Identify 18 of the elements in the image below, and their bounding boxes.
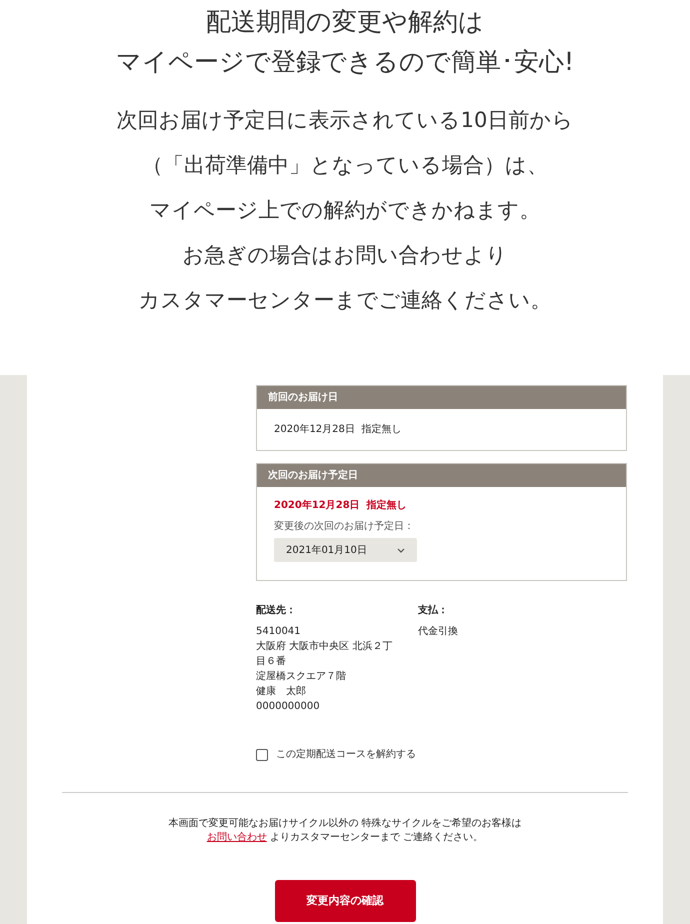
cancel-checkbox[interactable]	[256, 748, 268, 760]
card-header: 次回のお届け予定日	[257, 464, 626, 487]
cancel-checkbox-label: この定期配送コースを解約する	[276, 748, 416, 762]
change-date-label: 変更後の次回のお届け予定日：	[274, 520, 415, 534]
next-delivery-date: 2020年12月28日 指定無し	[274, 498, 408, 513]
headline: 配送期間の変更や解約は マイページで登録できるので簡単･安心!	[116, 6, 574, 78]
contact-link[interactable]: お問い合わせ	[206, 832, 267, 843]
date-select[interactable]: 2021年01月10日	[274, 538, 417, 562]
confirm-button[interactable]: 変更内容の確認	[274, 880, 416, 922]
previous-delivery-date: 2020年12月28日 指定無し	[273, 422, 402, 437]
notice-text: 次回お届け予定日に表示されている10日前から （「出荷準備中」となっている場合）は、 マイページ上での解約ができかねます。 お急ぎの場合はお問い合わせより カスタマーセンターまでご連絡ください。	[116, 107, 574, 314]
shipping-address: 5410041 大阪府 大阪市中央区 北浜２丁目６番 淀屋橋スクエア７階 健康 太郎 0000000000	[256, 625, 394, 714]
chevron-down-icon	[397, 548, 405, 552]
shipping-label: 配送先：	[256, 604, 297, 618]
payment-method: 代金引換	[418, 625, 458, 639]
payment-label: 支払：	[418, 604, 449, 618]
card-header: 前回のお届け日	[257, 386, 626, 409]
contact-note: 本画面で変更可能なお届けサイクル以外の 特殊なサイクルをご希望のお客様は お問い合わせ よりカスタマーセンターまで ご連絡ください。	[167, 817, 523, 845]
